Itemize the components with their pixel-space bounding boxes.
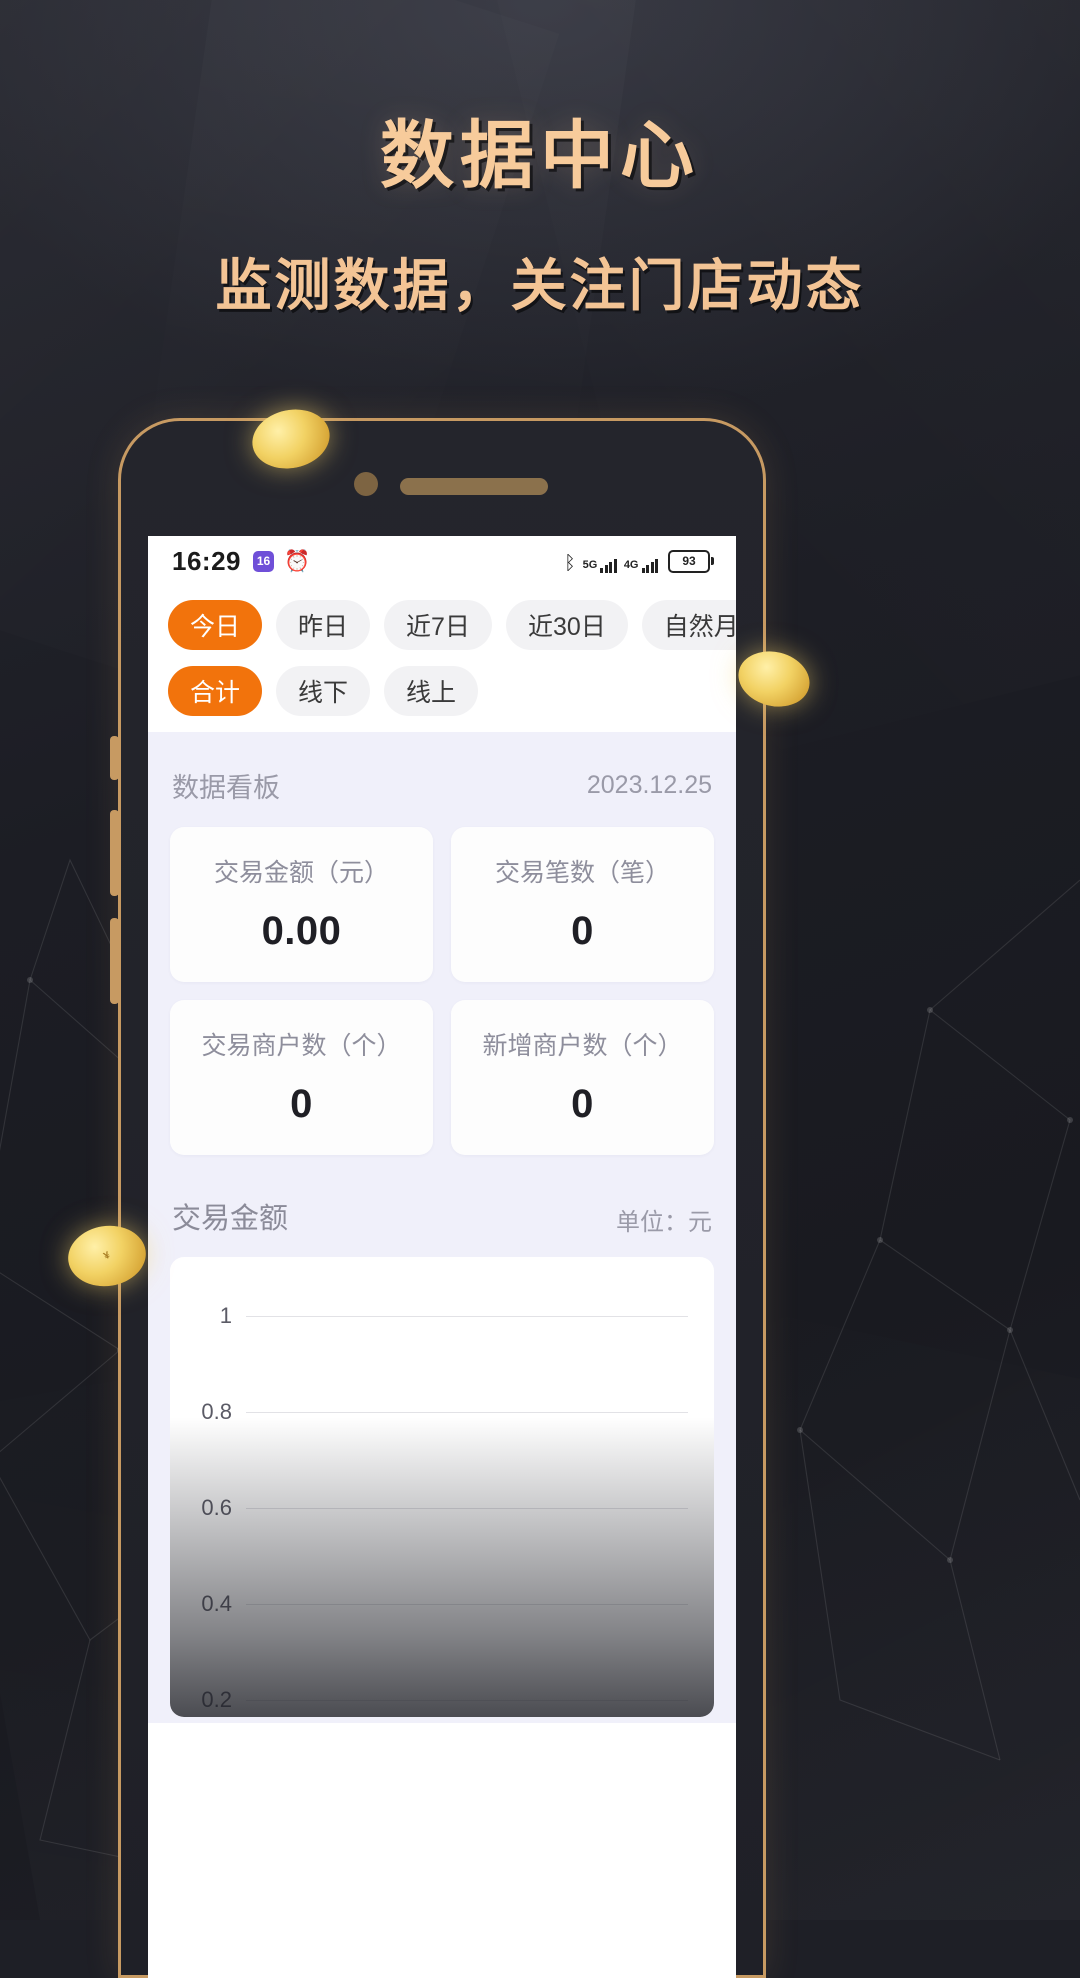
channel-tab-row: 合计 线下 线上 (168, 666, 716, 716)
chart-gridline-row: 1 (170, 1303, 714, 1329)
phone-camera-icon (354, 472, 378, 496)
battery-level-text: 93 (668, 549, 710, 573)
chart-gridline (246, 1699, 688, 1701)
chart-gridline (246, 1315, 688, 1317)
chart-gridline-row: 0.6 (170, 1495, 714, 1521)
status-bar-icons: ᛒ 5G 4G 93 (564, 549, 714, 574)
chart-y-tick-label: 0.4 (201, 1591, 232, 1616)
signal-bars (641, 558, 658, 573)
metric-card-transaction-count[interactable]: 交易笔数（笔） 0 (451, 827, 714, 982)
network-type-secondary: 4G (623, 558, 639, 571)
chart-gridline (246, 1507, 688, 1509)
tab-period-calendar-month[interactable]: 自然月 (641, 600, 736, 650)
dashboard-section-title: 数据看板 (172, 773, 280, 803)
phone-screen: 16:29 16 ⏰ ᛒ 5G 4G 93 今日 昨日 近7日 近30日 自然月… (148, 536, 736, 1978)
metric-card-grid: 交易金额（元） 0.00 交易笔数（笔） 0 交易商户数（个） 0 新增商户数（… (148, 827, 736, 1155)
alarm-clock-icon: ⏰ (284, 549, 311, 573)
tab-channel-online[interactable]: 线上 (384, 666, 479, 716)
chart-plot-area: 1 0.8 0.6 0.4 0.2 (170, 1257, 714, 1717)
tab-period-last7days[interactable]: 近7日 (384, 600, 492, 650)
chart-title: 交易金额 (172, 1203, 289, 1235)
chart-y-tick-label: 0.6 (201, 1495, 232, 1520)
tab-channel-total[interactable]: 合计 (168, 666, 263, 716)
chart-y-tick-label: 0.8 (201, 1399, 232, 1424)
chart-header: 交易金额 单位：元 (148, 1155, 736, 1257)
chart-y-tick-label: 0.2 (201, 1687, 232, 1712)
metric-label: 新增商户数（个） (482, 1032, 683, 1060)
dashboard-header: 数据看板 2023.12.25 (148, 732, 736, 827)
dashboard-panel: 数据看板 2023.12.25 交易金额（元） 0.00 交易笔数（笔） 0 交… (148, 732, 736, 1723)
transaction-amount-chart[interactable]: 1 0.8 0.6 0.4 0.2 (170, 1257, 714, 1717)
chart-gridline (246, 1603, 688, 1605)
tab-period-today[interactable]: 今日 (168, 600, 263, 650)
tab-period-yesterday[interactable]: 昨日 (276, 600, 371, 650)
phone-mockup: 16:29 16 ⏰ ᛒ 5G 4G 93 今日 昨日 近7日 近30日 自然月… (110, 418, 766, 1978)
metric-label: 交易笔数（笔） (494, 859, 670, 887)
chart-gridline-row: 0.2 (170, 1687, 714, 1713)
signal-secondary-icon: 4G (623, 558, 658, 573)
status-bar-time: 16:29 (172, 545, 241, 576)
network-type-primary: 5G (582, 558, 598, 571)
period-tab-row: 今日 昨日 近7日 近30日 自然月 (168, 600, 736, 650)
poster-heading-block: 数据中心 监测数据，关注门店动态 (0, 96, 1080, 322)
chart-gridline (246, 1411, 688, 1413)
bluetooth-icon: ᛒ (564, 552, 576, 574)
phone-volume-up-button (110, 810, 119, 896)
phone-volume-down-button (110, 918, 119, 1004)
chart-y-tick-label: 1 (219, 1303, 232, 1328)
metric-card-merchant-count[interactable]: 交易商户数（个） 0 (170, 1000, 433, 1155)
page-subtitle: 监测数据，关注门店动态 (215, 256, 865, 318)
filter-tabs-container: 今日 昨日 近7日 近30日 自然月 合计 线下 线上 (148, 586, 736, 732)
signal-bars (600, 558, 617, 573)
metric-label: 交易商户数（个） (201, 1032, 402, 1060)
metric-label: 交易金额（元） (213, 859, 389, 887)
chart-gridline-row: 0.8 (170, 1399, 714, 1425)
signal-primary-icon: 5G (582, 558, 617, 573)
metric-card-transaction-amount[interactable]: 交易金额（元） 0.00 (170, 827, 433, 982)
tab-period-last30days[interactable]: 近30日 (505, 600, 628, 650)
tab-channel-offline[interactable]: 线下 (276, 666, 371, 716)
battery-icon: 93 (668, 549, 714, 573)
chart-unit-label: 单位：元 (616, 1209, 712, 1236)
dashboard-date: 2023.12.25 (586, 771, 712, 799)
notification-badge-icon: 16 (253, 550, 274, 572)
page-title: 数据中心 (380, 116, 700, 198)
metric-value: 0 (571, 1082, 594, 1126)
status-bar: 16:29 16 ⏰ ᛒ 5G 4G 93 (148, 536, 736, 586)
phone-side-button (110, 736, 119, 780)
phone-earpiece-speaker (400, 478, 548, 495)
chart-gridline-row: 0.4 (170, 1591, 714, 1617)
metric-value: 0.00 (261, 909, 342, 953)
metric-value: 0 (290, 1082, 313, 1126)
battery-cap (711, 557, 714, 565)
metric-card-new-merchant-count[interactable]: 新增商户数（个） 0 (451, 1000, 714, 1155)
metric-value: 0 (571, 909, 594, 953)
